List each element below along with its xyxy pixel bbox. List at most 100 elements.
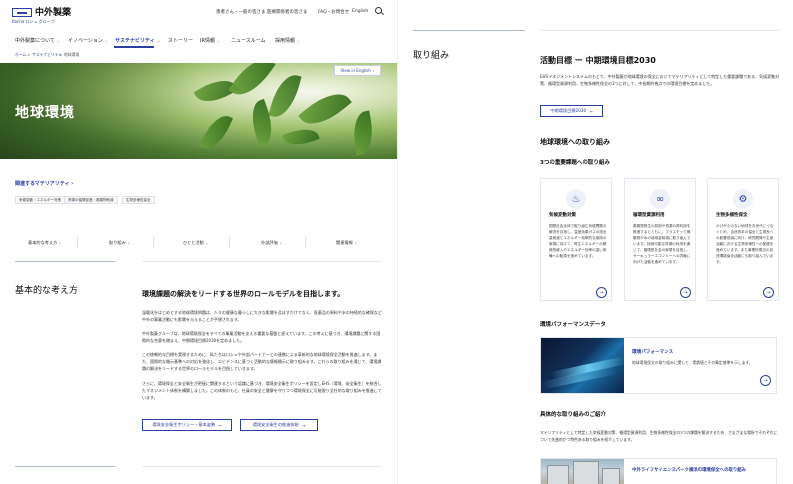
chevron-down-icon: ⌄ — [127, 240, 131, 245]
thermometer-icon: ♨ — [566, 189, 586, 209]
section-divider — [142, 466, 382, 467]
perf-heading: 環境パフォーマンスデータ — [540, 322, 606, 328]
breadcrumb-separator: > — [59, 52, 63, 57]
chevron-down-icon: ⌄ — [354, 240, 358, 245]
issue-card-climate[interactable]: ♨ 気候変動対策 国際社会全体で取り組む気候問題の解決を目指し、温室効果ガスの排… — [540, 178, 612, 301]
examples-heading: 具体的な取り組みのご紹介 — [540, 412, 607, 418]
card-text: 国際社会全体で取り組む気候問題の解決を目指し、温室効果ガスの排出量削減とエネルギ… — [549, 224, 607, 258]
issue-card-resources[interactable]: ∞ 循環型資源利用 廃棄物発生の抑制や資源の再利用を推進するとともに、プラスチッ… — [624, 178, 696, 301]
leaf-shape — [268, 70, 302, 122]
util-link-medical[interactable]: 医療関係者の皆さま — [267, 9, 308, 15]
materiality-link[interactable]: 関連するマテリアリティ › — [15, 180, 73, 187]
card-text: かけがえのない地球を次世代につなぐため、自然資本の保全と生態系への影響低減に向け… — [716, 224, 774, 264]
breadcrumb-home[interactable]: ホーム — [15, 52, 26, 58]
subnav-people[interactable]: ひとと活動 ⌄ — [183, 240, 209, 246]
chevron-down-icon: ⌄ — [156, 38, 160, 43]
section-divider — [540, 30, 780, 31]
right-panel: 取り組み 活動目標 ー 中期環境目標2030 EHSマネジメントシステムのもとで… — [397, 0, 793, 484]
nav-about[interactable]: 中外製薬について ⌄ — [15, 37, 60, 44]
gears-icon: ⚙ — [733, 189, 753, 209]
arrow-right-icon[interactable]: → — [760, 375, 771, 386]
subnav-divider — [77, 236, 78, 248]
infinity-icon: ∞ — [650, 189, 670, 209]
arrow-right-icon: → — [218, 422, 222, 428]
card-title: 生物多様性保全 — [716, 213, 748, 218]
leaf-shape — [298, 83, 352, 135]
goal-text: EHSマネジメントシステムのもとで、中外製薬が地球環境の保全においてマテリアリテ… — [540, 74, 780, 87]
chevron-down-icon: ⌄ — [56, 38, 60, 43]
leaf-shape — [228, 63, 276, 104]
issue-card-biodiversity[interactable]: ⚙ 生物多様性保全 かけがえのない地球を次世代につなぐため、自然資本の保全と生態… — [707, 178, 779, 301]
issues-heading: 3つの重要課題への取り組み — [540, 160, 610, 166]
section-divider — [15, 261, 115, 262]
goal-2030-button[interactable]: 中期環境目標2030 → — [540, 105, 603, 117]
arrow-right-icon[interactable]: → — [763, 287, 774, 298]
arrow-right-icon: › — [372, 68, 375, 73]
section-divider — [413, 30, 525, 31]
basic-paragraph: さらに、環境保全と安全衛生が密接に関連するという認識に基づき、環境安全衛生ポリシ… — [142, 381, 382, 401]
efforts-heading: 地球環境への取り組み — [540, 138, 610, 146]
nav-sustainability[interactable]: サステナビリティ ⌄ — [115, 37, 160, 44]
leaf-shape — [282, 123, 320, 151]
chevron-down-icon: ⌄ — [279, 240, 283, 245]
company-logo-text[interactable]: 中外製薬 — [35, 5, 71, 18]
policy-button[interactable]: 環境安全衛生ポリシー・基本姿勢 → — [142, 419, 232, 431]
left-panel: 中外製薬 Roche ロシュ グループ 患者さん・一般の皆さま 医療関係者の皆さ… — [0, 0, 397, 484]
materiality-tag-biodiversity[interactable]: 生物多様性保全 — [122, 196, 155, 204]
materiality-tag-resources[interactable]: 資源の循環促進・廃棄物削減 — [64, 196, 118, 204]
subnav-divider — [229, 236, 230, 248]
breadcrumb-current: 地球環境 — [64, 52, 80, 57]
nav-newsroom[interactable]: ニュースルーム — [231, 37, 266, 44]
view-in-english-button[interactable]: View in English › — [334, 65, 381, 76]
building-image — [541, 459, 624, 484]
page-title: 地球環境 — [15, 105, 75, 121]
nav-recruit[interactable]: 採用情報 ⌄ — [275, 37, 300, 44]
util-link-english[interactable]: English — [352, 9, 368, 14]
nav-story[interactable]: ストーリー — [168, 37, 193, 44]
chevron-down-icon: ⌄ — [205, 240, 209, 245]
nav-innovation[interactable]: イノベーション ⌄ — [68, 37, 108, 44]
arrow-right-icon[interactable]: → — [680, 287, 691, 298]
roche-group-label: Roche ロシュ グループ — [12, 19, 55, 24]
examples-text: マテリアリティとして特定した気候変動対策、循環型資源利用、生物多様性保全の3つの… — [540, 430, 778, 443]
util-link-faq[interactable]: FAQ・お問合せ — [318, 9, 349, 15]
breadcrumb-separator: > — [27, 52, 31, 57]
breadcrumb-sustainability[interactable]: サステナビリティ — [32, 52, 62, 58]
subnav-divider — [153, 236, 154, 248]
subnav-external[interactable]: 外部評価 ⌄ — [261, 240, 282, 246]
perf-card[interactable]: 環境パフォーマンス 地球環境保全の取り組みに関して、実績値とその算定基準を示しま… — [540, 337, 777, 394]
basic-paragraph: この挑戦的な目標を実現するために、私たちはロシュや外部パートナーとの連携による革… — [142, 352, 382, 372]
subnav-divider — [305, 236, 306, 248]
chevron-down-icon: ⌄ — [58, 240, 63, 245]
company-logo-mark[interactable] — [12, 8, 32, 17]
util-link-patients[interactable]: 患者さん・一般の皆さま — [216, 9, 266, 15]
subnav-basic[interactable]: 基本的な考え方 ⌄ — [28, 240, 62, 246]
section-heading-basic: 基本的な考え方 — [15, 286, 79, 296]
leaf-shape — [198, 110, 234, 155]
basic-lead: 環境課題の解決をリードする世界のロールモデルを目指します。 — [142, 290, 345, 298]
building-shape — [573, 461, 599, 484]
nav-ir[interactable]: IR情報 ⌄ — [200, 37, 220, 44]
subnav-efforts[interactable]: 取り組み ⌄ — [109, 240, 130, 246]
intro-title: 中外ライフサイエンスパーク横浜の環境保全への取り組み — [632, 468, 747, 473]
intro-card[interactable]: 中外ライフサイエンスパーク横浜の環境保全への取り組み — [540, 458, 777, 484]
arrow-right-icon: → — [301, 422, 306, 428]
leaf-shape — [349, 110, 377, 156]
search-icon[interactable] — [375, 7, 382, 14]
chevron-down-icon: ⌄ — [216, 38, 220, 43]
perf-image — [541, 338, 624, 393]
perf-text: 地球環境保全の取り組みに関して、実績値とその算定基準を示します。 — [632, 360, 753, 365]
subnav-related[interactable]: 関連情報 ⌄ — [336, 240, 357, 246]
section-heading-efforts: 取り組み — [413, 51, 450, 61]
arrow-right-icon: › — [71, 181, 74, 187]
basic-paragraph: 温暖化をはじめとする地球環境問題は、人々の健康な暮らしに大きな影響を及ぼすだけで… — [142, 310, 382, 323]
arrow-right-icon[interactable]: → — [596, 287, 607, 298]
chevron-down-icon: ⌄ — [104, 38, 108, 43]
nav-active-indicator — [114, 46, 154, 48]
materiality-tag-climate[interactable]: 気候変動・エネルギー対策 — [15, 196, 65, 204]
structure-button[interactable]: 環境安全衛生の推進体制 → — [240, 419, 318, 431]
building-shape — [547, 465, 569, 484]
section-divider — [15, 466, 115, 467]
card-text: 廃棄物発生の抑制や資源の再利用を推進するとともに、プラスチック廃棄物や水の使用量… — [633, 224, 691, 264]
perf-title: 環境パフォーマンス — [632, 350, 674, 355]
